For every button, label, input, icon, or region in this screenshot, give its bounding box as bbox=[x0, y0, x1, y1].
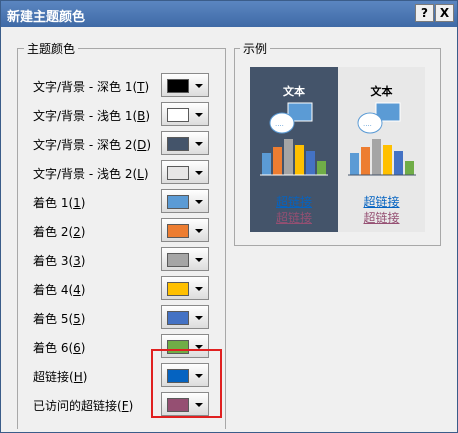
color-row-label: 着色 5(5) bbox=[33, 312, 86, 326]
sample-bar bbox=[361, 147, 370, 175]
color-row-label: 着色 3(3) bbox=[33, 254, 86, 268]
color-swatch bbox=[167, 253, 189, 267]
color-swatch bbox=[167, 79, 189, 93]
color-picker-button[interactable] bbox=[161, 102, 209, 126]
sample-bar bbox=[405, 161, 414, 175]
dropdown-arrow-icon bbox=[195, 316, 203, 320]
color-row-label: 文字/背景 - 深色 1(T) bbox=[33, 80, 150, 94]
sample-bar bbox=[372, 139, 381, 175]
sample-dark-hyperlink: 超链接 bbox=[275, 195, 312, 209]
color-swatch bbox=[167, 137, 189, 151]
sample-dark-panel: 文本 .... 超链接 超链接 bbox=[250, 67, 338, 232]
sample-group-label: 示例 bbox=[240, 40, 271, 57]
color-picker-button[interactable] bbox=[161, 160, 209, 184]
sample-bar bbox=[394, 151, 403, 175]
title-bar[interactable]: 新建主题颜色 ? X bbox=[1, 1, 457, 27]
window-title: 新建主题颜色 bbox=[7, 10, 86, 25]
color-row-label: 超链接(H) bbox=[33, 370, 88, 384]
svg-text:....: .... bbox=[275, 120, 284, 128]
sample-light-panel: 文本 .... 超链接 超链接 bbox=[338, 67, 425, 232]
color-row-label: 文字/背景 - 浅色 1(B) bbox=[33, 109, 151, 123]
color-swatch bbox=[167, 224, 189, 238]
dropdown-arrow-icon bbox=[195, 171, 203, 175]
color-swatch bbox=[167, 195, 189, 209]
color-swatch bbox=[167, 166, 189, 180]
sample-bar bbox=[262, 153, 271, 175]
sample-bar bbox=[273, 147, 282, 175]
sample-light-graphic: .... bbox=[348, 102, 416, 176]
color-row-label: 着色 6(6) bbox=[33, 341, 86, 355]
color-picker-button[interactable] bbox=[161, 73, 209, 97]
sample-light-visited-hyperlink: 超链接 bbox=[363, 211, 400, 225]
dropdown-arrow-icon bbox=[195, 84, 203, 88]
dropdown-arrow-icon bbox=[195, 200, 203, 204]
color-picker-button[interactable] bbox=[161, 276, 209, 300]
color-row-label: 文字/背景 - 浅色 2(L) bbox=[33, 167, 149, 181]
color-picker-button[interactable] bbox=[161, 131, 209, 155]
sample-dark-visited-hyperlink: 超链接 bbox=[275, 211, 312, 225]
color-picker-button[interactable] bbox=[161, 247, 209, 271]
dropdown-arrow-icon bbox=[195, 287, 203, 291]
color-row-label: 着色 1(1) bbox=[33, 196, 86, 210]
color-row-label: 文字/背景 - 深色 2(D) bbox=[33, 138, 152, 152]
sample-bar bbox=[284, 139, 293, 175]
color-swatch bbox=[167, 282, 189, 296]
highlight-box bbox=[151, 349, 222, 418]
dropdown-arrow-icon bbox=[195, 229, 203, 233]
dropdown-arrow-icon bbox=[195, 142, 203, 146]
dropdown-arrow-icon bbox=[195, 113, 203, 117]
close-button[interactable]: X bbox=[435, 4, 454, 22]
sample-bar bbox=[317, 161, 326, 175]
color-picker-button[interactable] bbox=[161, 218, 209, 242]
theme-colors-group-label: 主题颜色 bbox=[24, 40, 79, 57]
sample-bar bbox=[383, 145, 392, 175]
svg-text:....: .... bbox=[363, 120, 372, 128]
sample-light-hyperlink: 超链接 bbox=[363, 195, 400, 209]
color-row-label: 已访问的超链接(F) bbox=[33, 399, 134, 413]
sample-bar bbox=[350, 153, 359, 175]
color-picker-button[interactable] bbox=[161, 189, 209, 213]
color-row-label: 着色 4(4) bbox=[33, 283, 86, 297]
color-row-label: 着色 2(2) bbox=[33, 225, 86, 239]
color-picker-button[interactable] bbox=[161, 305, 209, 329]
color-swatch bbox=[167, 311, 189, 325]
sample-dark-graphic: .... bbox=[260, 102, 328, 176]
sample-bar bbox=[306, 151, 315, 175]
color-swatch bbox=[167, 108, 189, 122]
dropdown-arrow-icon bbox=[195, 258, 203, 262]
help-button[interactable]: ? bbox=[415, 4, 434, 22]
sample-bar bbox=[295, 145, 304, 175]
